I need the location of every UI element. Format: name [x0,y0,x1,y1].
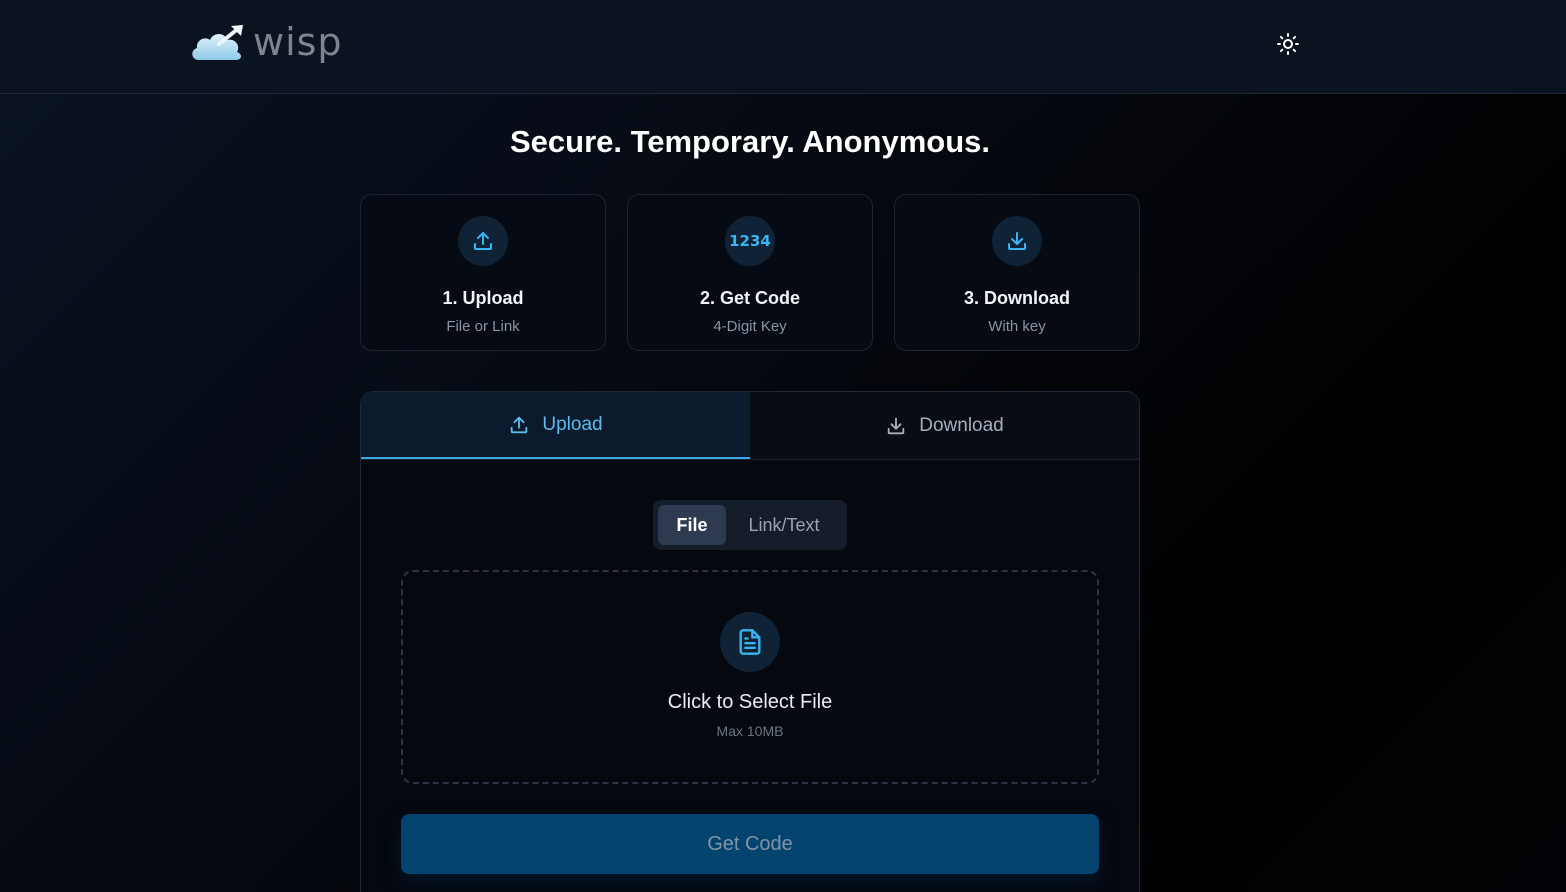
cloud-arrow-icon [192,25,243,60]
step-subtitle: 4-Digit Key [713,318,787,335]
step-title: 3. Download [963,288,1070,308]
step-subtitle: File or Link [446,318,520,335]
file-dropzone[interactable]: Click to Select File Max 10MB [401,570,1099,784]
step-card-download: 3. Download With key [894,194,1140,351]
tab-upload[interactable]: Upload [361,392,750,459]
mode-toggle: File Link/Text [653,500,847,550]
sun-icon [1277,33,1299,55]
step-code-badge: 1234 [725,216,775,266]
tab-upload-label: Upload [542,413,603,435]
hero-title: Secure. Temporary. Anonymous. [509,124,991,159]
brand-logo[interactable]: wisp [189,20,343,66]
step-subtitle: With key [988,318,1046,335]
step-card-upload: 1. Upload File or Link [360,194,606,351]
upload-icon [511,416,528,433]
code-icon-text: 1234 [729,232,771,250]
tab-download[interactable]: Download [750,392,1139,459]
step-upload-badge [458,216,508,266]
top-header: wisp [0,0,1566,94]
transfer-panel: Upload Download File Link/Text Click to … [360,391,1140,892]
file-text-icon [739,629,761,655]
dropzone-title: Click to Select File [667,691,833,713]
theme-toggle-button[interactable] [1274,30,1302,58]
steps-row: 1. Upload File or Link 1234 2. Get Code … [360,194,1140,351]
step-title: 2. Get Code [699,288,801,308]
brand-name: wisp [253,20,343,64]
tab-download-label: Download [919,414,1004,436]
mode-link-text-button[interactable]: Link/Text [726,505,842,545]
file-icon-badge [720,612,780,672]
step-card-code: 1234 2. Get Code 4-Digit Key [627,194,873,351]
upload-icon [474,232,492,250]
download-icon [888,417,905,434]
panel-tabs: Upload Download [361,392,1139,460]
step-title: 1. Upload [442,288,524,308]
mode-file-button[interactable]: File [658,505,726,545]
step-download-badge [992,216,1042,266]
get-code-button[interactable]: Get Code [401,814,1099,874]
dropzone-subtitle: Max 10MB [716,723,784,739]
download-icon [1008,232,1026,250]
